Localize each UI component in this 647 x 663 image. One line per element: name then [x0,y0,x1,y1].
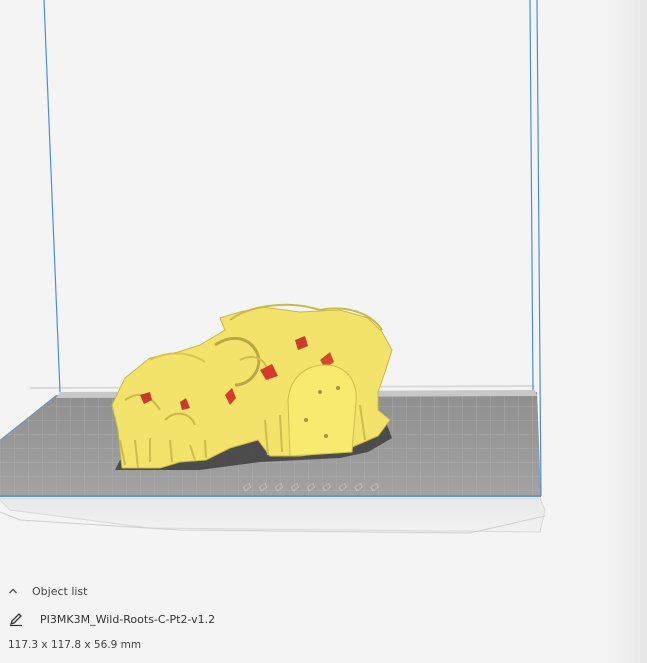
object-list-panel: Object list PI3MK3M_Wild-Roots-C-Pt2-v1.… [0,570,647,663]
object-name: PI3MK3M_Wild-Roots-C-Pt2-v1.2 [40,612,216,626]
svg-text:◇ ◇ ◇ ◇ ◇ ◇ ◇ ◇ ◇: ◇ ◇ ◇ ◇ ◇ ◇ ◇ ◇ ◇ [240,480,384,493]
object-list-toggle[interactable]: Object list [8,582,87,600]
pencil-icon[interactable] [8,611,24,627]
object-list-item[interactable]: PI3MK3M_Wild-Roots-C-Pt2-v1.2 [8,610,215,628]
model-disc [287,364,357,457]
sidebar-edge [609,0,647,663]
model-dimensions: 117.3 x 117.8 x 56.9 mm [8,639,142,651]
build-volume-right-edge [529,0,534,391]
build-volume-left-edge [43,0,61,393]
printer-base [0,497,546,533]
object-list-title: Object list [32,584,88,598]
chevron-up-icon [8,586,18,596]
3d-build-view[interactable]: ◇ ◇ ◇ ◇ ◇ ◇ ◇ ◇ ◇ [0,0,647,663]
cura-viewport[interactable]: ◇ ◇ ◇ ◇ ◇ ◇ ◇ ◇ ◇ Object list PI3MK3M_Wi… [0,0,647,663]
